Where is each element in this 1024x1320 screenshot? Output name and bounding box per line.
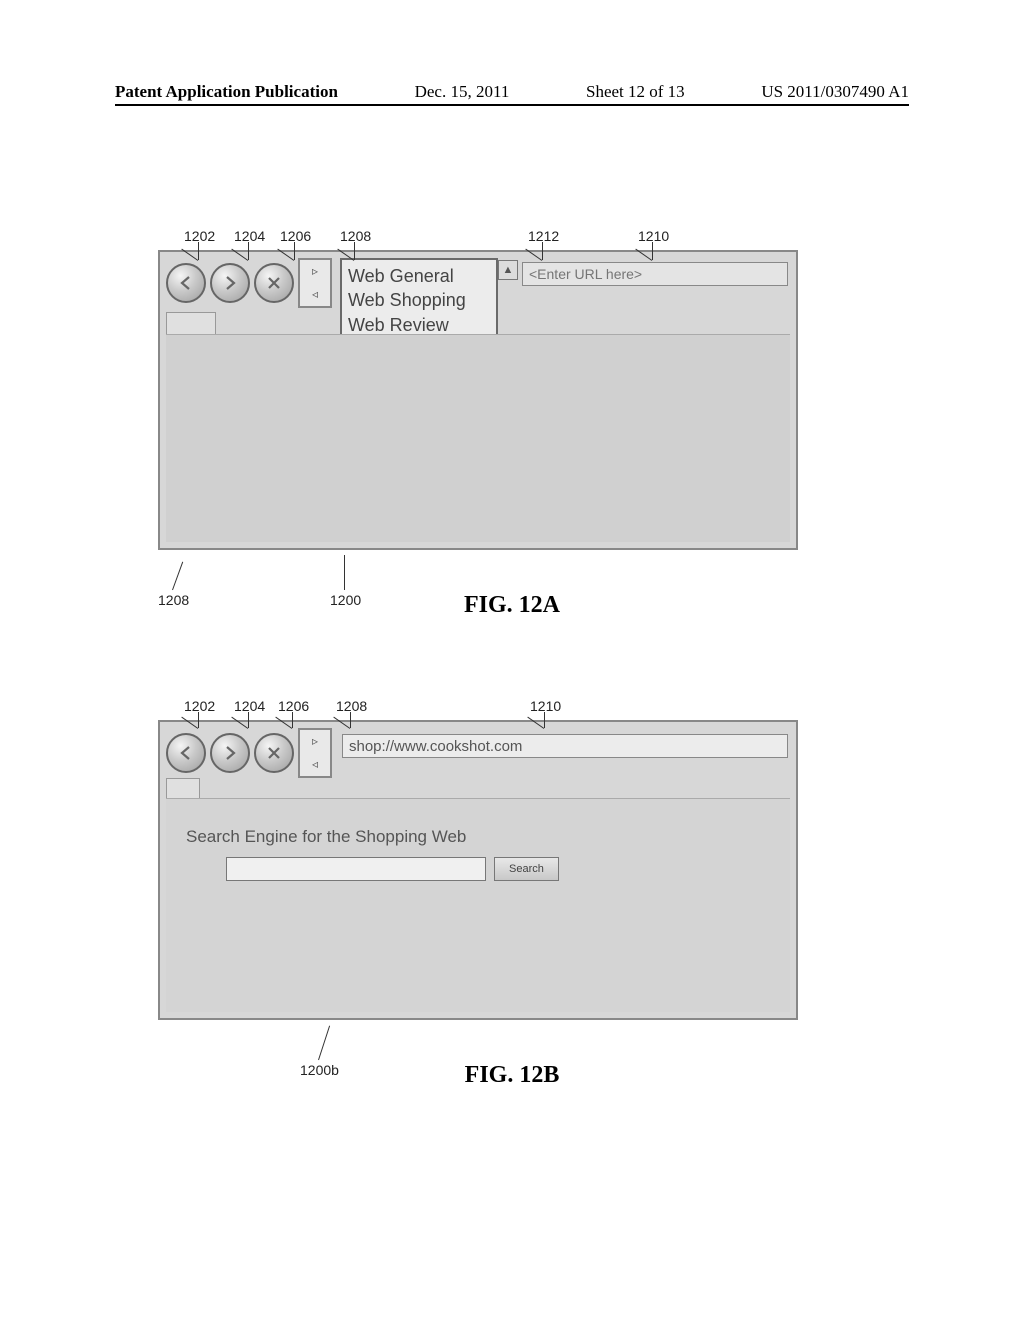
document-number: US 2011/0307490 A1 [761, 82, 909, 102]
callout-1212: 1212 [528, 228, 559, 244]
search-input[interactable] [226, 857, 486, 881]
browser-window-a: ▹ ◃ Web General Web Shopping Web Review … [158, 250, 798, 550]
browser-content-a [166, 334, 790, 542]
callout-1208: 1208 [336, 698, 367, 714]
dropdown-option[interactable]: Web General [348, 264, 490, 288]
arrow-right-icon [221, 744, 239, 762]
scroll-up-button[interactable]: ▲ [498, 260, 518, 280]
figure-12b-caption: FIG. 12B [0, 1062, 1024, 1089]
callout-1204: 1204 [234, 228, 265, 244]
publication-date: Dec. 15, 2011 [415, 82, 510, 102]
x-icon [265, 274, 283, 292]
publication-label: Patent Application Publication [115, 82, 338, 102]
stop-button[interactable] [254, 733, 294, 773]
dropdown-option[interactable]: Web Shopping [348, 288, 490, 312]
figure-12a: ▹ ◃ Web General Web Shopping Web Review … [158, 250, 798, 550]
browser-content-b: Search Engine for the Shopping Web Searc… [166, 798, 790, 1012]
back-button[interactable] [166, 263, 206, 303]
page-header: Patent Application Publication Dec. 15, … [115, 82, 909, 106]
arrow-right-icon [221, 274, 239, 292]
browser-window-b: ▹ ◃ Search Engine for the Shopping Web S… [158, 720, 798, 1020]
figure-12a-caption: FIG. 12A [0, 592, 1024, 619]
arrow-left-icon [177, 274, 195, 292]
search-row: Search [226, 857, 770, 881]
chevron-left-icon: ◃ [312, 757, 318, 772]
nav-stepper-button[interactable]: ▹ ◃ [298, 728, 332, 778]
chevron-left-icon: ◃ [312, 287, 318, 302]
search-page-heading: Search Engine for the Shopping Web [186, 827, 770, 847]
arrow-left-icon [177, 744, 195, 762]
callout-1210: 1210 [638, 228, 669, 244]
back-button[interactable] [166, 733, 206, 773]
sheet-number: Sheet 12 of 13 [586, 82, 685, 102]
callout-1210: 1210 [530, 698, 561, 714]
stop-button[interactable] [254, 263, 294, 303]
url-input[interactable] [342, 734, 788, 758]
figure-12b: ▹ ◃ Search Engine for the Shopping Web S… [158, 720, 798, 1020]
callout-1202: 1202 [184, 228, 215, 244]
callouts-12b: 1202 1204 1206 1208 1210 1200b [0, 0, 1024, 1320]
callout-1202: 1202 [184, 698, 215, 714]
chevron-right-icon: ▹ [312, 264, 318, 279]
search-button[interactable]: Search [494, 857, 559, 881]
callout-1206: 1206 [278, 698, 309, 714]
callout-1204: 1204 [234, 698, 265, 714]
browser-tab[interactable] [166, 778, 200, 798]
callout-1206: 1206 [280, 228, 311, 244]
callouts-12a: 1202 1204 1206 1208 1212 1210 1208 1200 [0, 0, 1024, 1320]
callout-1208-top: 1208 [340, 228, 371, 244]
x-icon [265, 744, 283, 762]
url-input[interactable] [522, 262, 788, 286]
forward-button[interactable] [210, 263, 250, 303]
browser-tab[interactable] [166, 312, 216, 334]
chevron-right-icon: ▹ [312, 734, 318, 749]
nav-stepper-button[interactable]: ▹ ◃ [298, 258, 332, 308]
forward-button[interactable] [210, 733, 250, 773]
